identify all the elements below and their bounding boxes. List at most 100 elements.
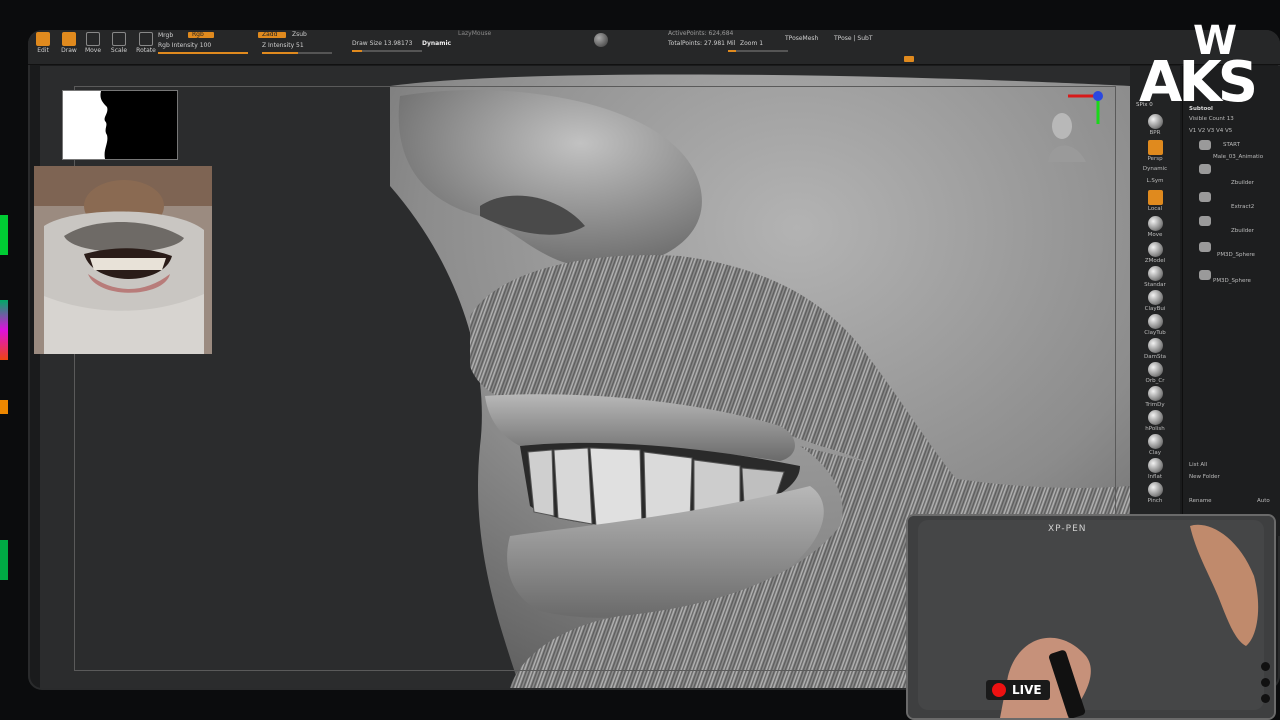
lsym-button[interactable]: L.Sym — [1138, 178, 1172, 184]
zoom-fill — [728, 50, 736, 52]
orb-cracks-brush-button[interactable]: Orb_Cr — [1138, 362, 1172, 384]
background-edge-orange — [0, 400, 8, 414]
z-intensity-track[interactable] — [262, 52, 332, 54]
rgb-intensity-slider[interactable]: Rgb Intensity 100 — [158, 42, 211, 49]
subtool-item[interactable]: PM3D_Sphere — [1213, 278, 1251, 284]
live-dot-icon — [992, 683, 1006, 697]
reference-photo[interactable] — [34, 166, 212, 354]
list-all-button[interactable]: List All — [1189, 462, 1207, 468]
rotate-icon — [139, 32, 153, 46]
hpolish-brush-icon — [1147, 410, 1163, 425]
standard-brush-icon — [1147, 266, 1163, 281]
drawing-tablet-image — [908, 516, 1274, 718]
subtool-item[interactable]: Extract2 — [1231, 204, 1254, 210]
zmodel-brush-icon — [1147, 242, 1163, 257]
webcam-overlay: XP-PEN LIVE — [906, 514, 1276, 720]
edit-button[interactable]: Edit — [32, 32, 54, 54]
orb-cracks-brush-icon — [1147, 362, 1163, 377]
subtool-item[interactable]: Male_03_Animatio — [1213, 154, 1263, 160]
auto-button[interactable]: Auto — [1257, 498, 1270, 504]
dynamic-button[interactable]: Dynamic — [1138, 166, 1172, 172]
subtool-thumb-icon — [1199, 242, 1211, 252]
material-sphere-icon[interactable] — [594, 33, 608, 47]
move-button[interactable]: Move — [82, 32, 104, 54]
subtool-thumb-icon — [1199, 192, 1211, 202]
scale-button[interactable]: Scale — [108, 32, 130, 54]
tpose-mesh-button[interactable]: TPoseMesh — [785, 35, 818, 42]
background-edge-green-2 — [0, 540, 8, 580]
reference-silhouette[interactable] — [62, 90, 178, 160]
brush-shelf: SPix 0 BPR Persp Dynamic L.Sym Local Mov… — [1130, 66, 1180, 536]
claybuildup-brush-button[interactable]: ClayBui — [1138, 290, 1172, 312]
claytubes-brush-button[interactable]: ClayTub — [1138, 314, 1172, 336]
active-points-readout: ActivePoints: 624,684 — [668, 30, 734, 37]
subtool-thumb-icon — [1199, 164, 1211, 174]
damstandard-brush-button[interactable]: DamSta — [1138, 338, 1172, 360]
claybuildup-brush-icon — [1147, 290, 1163, 305]
draw-button[interactable]: Draw — [58, 32, 80, 54]
claytubes-brush-icon — [1147, 314, 1163, 329]
trimdynamic-brush-button[interactable]: TrimDy — [1138, 386, 1172, 408]
zsub-toggle[interactable]: Zsub — [292, 31, 307, 38]
gizmo-z-axis — [1093, 91, 1103, 101]
draw-size-track[interactable] — [352, 50, 422, 52]
subtool-panel: Subtool Visible Count 13 V1 V2 V3 V4 V5 … — [1182, 66, 1280, 536]
tablet-brand-label: XP-PEN — [1048, 524, 1087, 534]
clay-brush-icon — [1147, 434, 1163, 449]
subtool-item[interactable]: Zbuilder — [1231, 180, 1254, 186]
persp-icon — [1147, 140, 1163, 155]
subtool-thumb-icon — [1199, 216, 1211, 226]
bpr-button[interactable]: BPR — [1138, 114, 1172, 136]
z-intensity-slider[interactable]: Z Intensity 51 — [262, 42, 304, 49]
dynamic-toggle[interactable]: Dynamic — [422, 40, 451, 47]
subtool-item[interactable]: PM3D_Sphere — [1217, 252, 1255, 258]
bpr-icon — [1147, 114, 1163, 129]
live-badge: LIVE — [986, 680, 1050, 700]
version-tabs[interactable]: V1 V2 V3 V4 V5 — [1189, 128, 1232, 134]
new-folder-button[interactable]: New Folder — [1189, 474, 1220, 480]
tpose-subt-button[interactable]: TPose | SubT — [834, 35, 872, 42]
rgb-intensity-track[interactable] — [158, 52, 248, 54]
standard-brush-button[interactable]: Standar — [1138, 266, 1172, 288]
live-label: LIVE — [1012, 683, 1042, 697]
pinch-brush-button[interactable]: Pinch — [1138, 482, 1172, 504]
draw-size-slider[interactable]: Draw Size 13.98173 — [352, 40, 412, 47]
reference-photo-image — [34, 166, 212, 354]
move-brush-icon — [1147, 216, 1163, 231]
inflat-brush-button[interactable]: Inflat — [1138, 458, 1172, 480]
trimdynamic-brush-icon — [1147, 386, 1163, 401]
subtool-item[interactable]: START — [1223, 142, 1240, 148]
subtool-thumb-icon — [1199, 140, 1211, 150]
rotate-button[interactable]: Rotate — [134, 32, 158, 54]
silhouette-image — [63, 91, 108, 159]
camera-dot-icon — [1261, 678, 1270, 687]
mrgb-toggle[interactable]: Mrgb — [158, 32, 173, 39]
navigation-head-icon[interactable] — [1040, 108, 1090, 162]
scale-icon — [112, 32, 126, 46]
lazymouse-toggle[interactable]: LazyMouse — [458, 30, 491, 37]
subtool-item[interactable]: Zbuilder — [1231, 228, 1254, 234]
aks-logo: W AKS — [1139, 18, 1258, 115]
inflat-brush-icon — [1147, 458, 1163, 473]
rgb-intensity-fill — [158, 52, 248, 54]
draw-icon — [62, 32, 76, 46]
camera-dot-icon — [1261, 694, 1270, 703]
damstandard-brush-icon — [1147, 338, 1163, 353]
zoom-readout: Zoom 1 — [740, 40, 764, 47]
pinch-brush-icon — [1147, 482, 1163, 497]
local-icon — [1147, 190, 1163, 205]
edit-icon — [36, 32, 50, 46]
zmodel-brush-button[interactable]: ZModel — [1138, 242, 1172, 264]
clay-brush-button[interactable]: Clay — [1138, 434, 1172, 456]
draw-size-fill — [352, 50, 362, 52]
subtool-thumb-icon — [1199, 270, 1211, 280]
orange-marker — [904, 56, 914, 62]
move-brush-button[interactable]: Move — [1138, 216, 1172, 238]
total-points-readout: TotalPoints: 27.981 Mil — [668, 40, 736, 47]
persp-button[interactable]: Persp — [1138, 140, 1172, 162]
background-edge-colors — [0, 300, 8, 360]
local-button[interactable]: Local — [1138, 190, 1172, 212]
hpolish-brush-button[interactable]: hPolish — [1138, 410, 1172, 432]
rename-button[interactable]: Rename — [1189, 498, 1212, 504]
zoom-track[interactable] — [728, 50, 788, 52]
